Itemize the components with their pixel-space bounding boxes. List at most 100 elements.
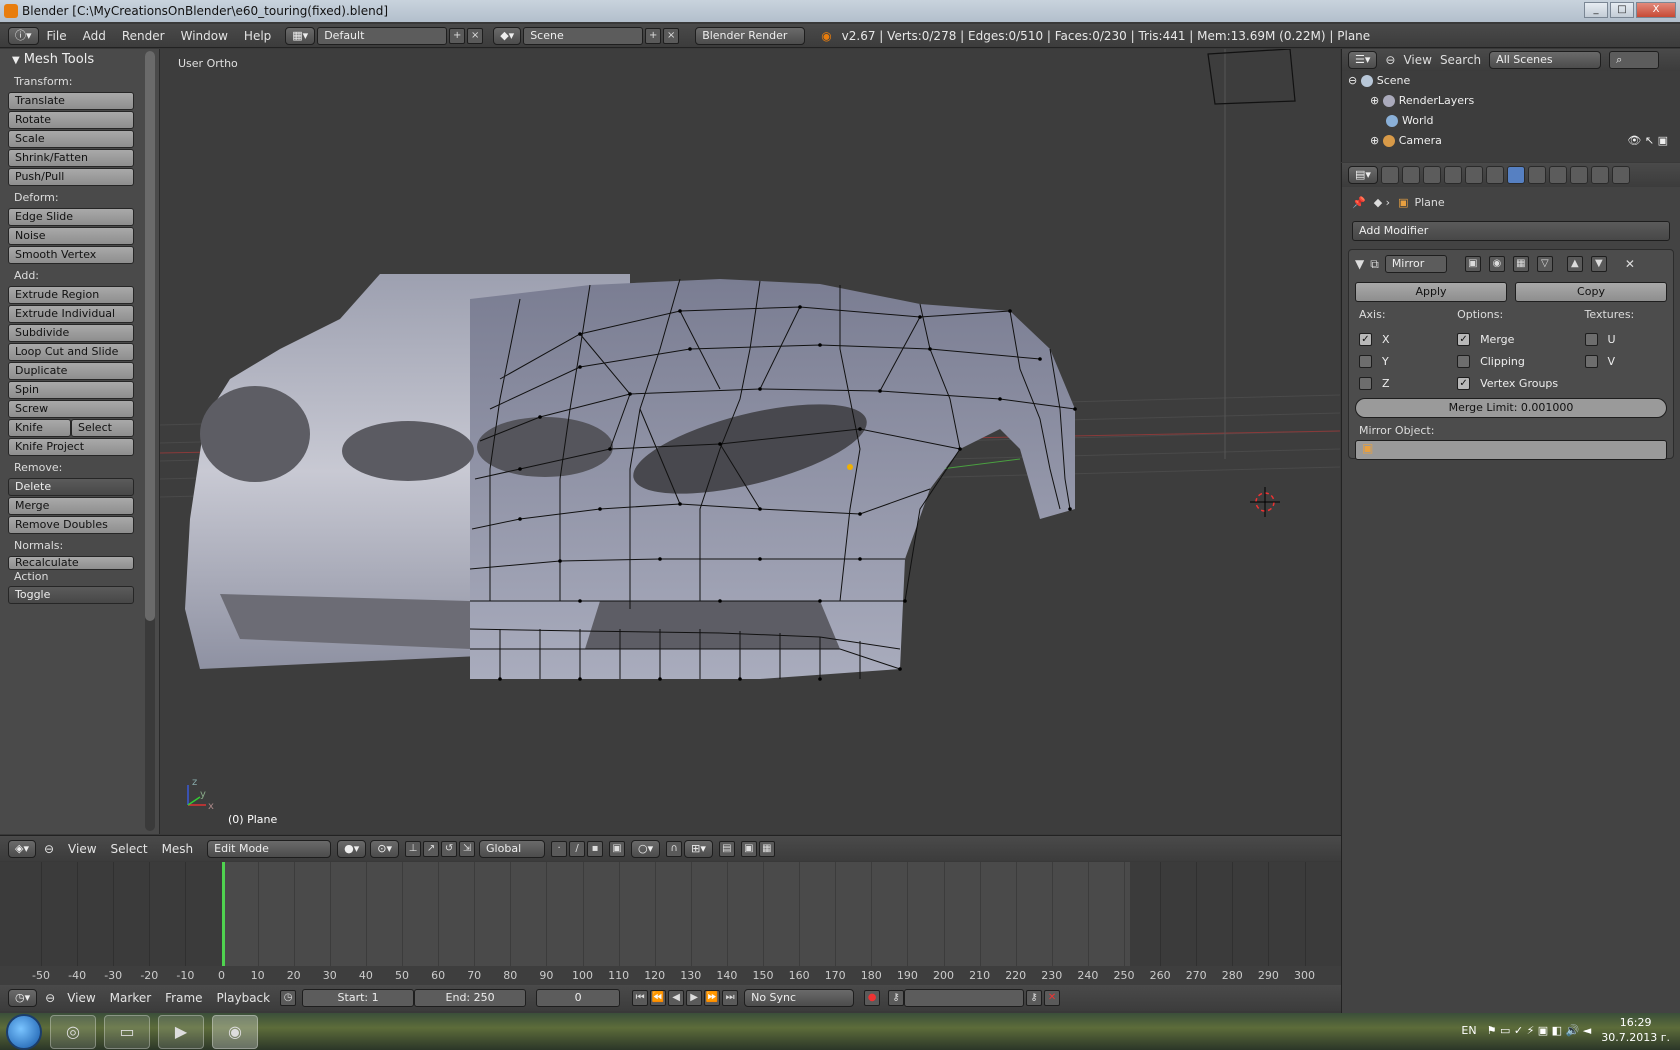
render-tab-icon[interactable]	[1380, 166, 1399, 184]
render-anim-icon[interactable]: ▦	[758, 840, 775, 857]
delete-keyframe-icon[interactable]: ✕	[1044, 990, 1061, 1006]
pin-icon[interactable]: 📌	[1352, 196, 1366, 209]
menu-render[interactable]: Render	[114, 29, 173, 43]
modifier-name-field[interactable]: Mirror	[1384, 255, 1447, 273]
viewport-shading-icon[interactable]: ●▾	[337, 839, 367, 858]
clipping-checkbox[interactable]: Clipping	[1457, 350, 1584, 372]
manipulator-icon[interactable]: ⊥	[405, 840, 422, 857]
scale-button[interactable]: Scale	[8, 130, 134, 148]
insert-keyframe-icon[interactable]: ⚷	[1026, 990, 1043, 1006]
mode-select[interactable]: Edit Mode	[207, 839, 332, 858]
merge-button[interactable]: Merge	[8, 497, 134, 515]
extrude-individual-button[interactable]: Extrude Individual	[8, 305, 134, 323]
face-select-icon[interactable]: ▪	[587, 840, 604, 857]
pivot-point-icon[interactable]: ⊙▾	[370, 839, 400, 858]
jump-end-icon[interactable]: ⏭	[722, 990, 739, 1006]
menu-help[interactable]: Help	[236, 29, 279, 43]
taskbar-explorer-icon[interactable]: ▭	[104, 1014, 150, 1049]
constraints-tab-icon[interactable]	[1485, 166, 1504, 184]
axis-x-checkbox[interactable]: ✓ X	[1359, 328, 1457, 350]
keying-set-icon[interactable]: ⚷	[888, 990, 905, 1006]
axis-z-checkbox[interactable]: Z	[1359, 372, 1457, 394]
move-down-icon[interactable]: ▼	[1590, 256, 1607, 272]
preview-range-icon[interactable]: ◷	[280, 990, 297, 1006]
minimize-button[interactable]: _	[1584, 2, 1608, 18]
viewport-toggle-icon[interactable]: ◉	[1488, 256, 1505, 272]
screen-layout-field[interactable]: Default	[317, 26, 448, 45]
record-icon[interactable]: ●	[864, 990, 881, 1006]
start-frame-field[interactable]: Start: 1	[302, 989, 415, 1007]
cage-toggle-icon[interactable]: ▽	[1536, 256, 1553, 272]
proportional-edit-icon[interactable]: ○▾	[631, 839, 661, 858]
spin-button[interactable]: Spin	[8, 381, 134, 399]
taskbar-media-icon[interactable]: ▶	[158, 1014, 204, 1049]
merge-limit-slider[interactable]: Merge Limit: 0.001000	[1355, 398, 1667, 418]
vertex-select-icon[interactable]: ·	[551, 840, 568, 857]
taskbar-chrome-icon[interactable]: ◎	[50, 1014, 96, 1049]
noise-button[interactable]: Noise	[8, 227, 134, 245]
tool-shelf-scrollbar[interactable]	[145, 51, 155, 831]
knife-select-button[interactable]: Select	[71, 419, 134, 437]
translate-button[interactable]: Translate	[8, 92, 134, 110]
edge-select-icon[interactable]: /	[569, 840, 586, 857]
next-keyframe-icon[interactable]: ⏩	[704, 990, 721, 1006]
subdivide-button[interactable]: Subdivide	[8, 324, 134, 342]
remove-scene-icon[interactable]: ×	[663, 27, 680, 44]
taskbar-blender-icon[interactable]: ◉	[212, 1014, 258, 1049]
axis-y-checkbox[interactable]: Y	[1359, 350, 1457, 372]
object-tab-icon[interactable]	[1464, 166, 1483, 184]
menu-view[interactable]: View	[68, 842, 96, 856]
rotate-manip-icon[interactable]: ↺	[441, 840, 458, 857]
scene-field[interactable]: Scene	[523, 26, 644, 45]
merge-checkbox[interactable]: ✓ Merge	[1457, 328, 1584, 350]
outliner-row-scene[interactable]: ⊖ Scene	[1342, 71, 1680, 91]
snap-icon[interactable]: ∩	[666, 840, 683, 857]
outliner-row-world[interactable]: World	[1342, 111, 1680, 131]
snap-element-icon[interactable]: ⊞▾	[684, 839, 713, 858]
remove-doubles-button[interactable]: Remove Doubles	[8, 516, 134, 534]
renderlayers-tab-icon[interactable]	[1401, 166, 1420, 184]
scene-icon[interactable]: ◆▾	[493, 26, 522, 45]
outliner-menu-view[interactable]: View	[1403, 53, 1431, 67]
mesh-tools-header[interactable]: ▼ Mesh Tools	[0, 49, 159, 71]
add-modifier-select[interactable]: Add Modifier	[1352, 221, 1670, 241]
world-tab-icon[interactable]	[1443, 166, 1462, 184]
render-engine-select[interactable]: Blender Render	[695, 26, 806, 45]
outliner-row-camera[interactable]: ⊕ Camera 👁 ↖ ▣	[1342, 131, 1680, 151]
outliner-collapse-icon[interactable]: ⊖	[1385, 53, 1395, 67]
vertex-groups-checkbox[interactable]: ✓ Vertex Groups	[1457, 372, 1584, 394]
timeline-menu-marker[interactable]: Marker	[110, 991, 151, 1005]
expand-icon[interactable]: ⊕	[1370, 134, 1383, 147]
translate-manip-icon[interactable]: ↗	[423, 840, 440, 857]
3d-editor-icon[interactable]: ◈▾	[8, 839, 36, 858]
recalculate-button[interactable]: Recalculate	[8, 556, 134, 570]
timeline-menu-playback[interactable]: Playback	[217, 991, 271, 1005]
modifiers-tab-icon[interactable]	[1506, 166, 1525, 184]
menu-add[interactable]: Add	[75, 29, 114, 43]
collapse-menu-icon[interactable]: ⊖	[45, 991, 55, 1005]
current-frame-field[interactable]: 0	[536, 989, 621, 1007]
edge-slide-button[interactable]: Edge Slide	[8, 208, 134, 226]
copy-button[interactable]: Copy	[1515, 282, 1667, 302]
texture-u-checkbox[interactable]: U	[1584, 328, 1663, 350]
apply-button[interactable]: Apply	[1355, 282, 1507, 302]
render-toggle-icon[interactable]: ▣	[1464, 256, 1481, 272]
remove-layout-icon[interactable]: ×	[467, 27, 484, 44]
delete-menu[interactable]: Delete	[8, 478, 134, 496]
outliner-filter-select[interactable]: All Scenes	[1489, 51, 1602, 69]
extrude-region-button[interactable]: Extrude Region	[8, 286, 134, 304]
outliner-search-input[interactable]: ⌕	[1609, 51, 1660, 69]
close-button[interactable]: X	[1636, 2, 1676, 18]
clock[interactable]: 16:29 30.7.2013 г.	[1601, 1015, 1670, 1045]
action-toggle-select[interactable]: Toggle	[8, 586, 134, 604]
duplicate-button[interactable]: Duplicate	[8, 362, 134, 380]
timeline-menu-view[interactable]: View	[67, 991, 95, 1005]
collapse-arrow-icon[interactable]: ▼	[1355, 257, 1364, 271]
mirror-object-field[interactable]: ▣	[1355, 440, 1667, 460]
tray-icons[interactable]: ⚑ ▭ ✓ ⚡ ▣ ◧ 🔊 ◄	[1487, 1024, 1592, 1037]
current-frame-indicator[interactable]	[222, 862, 225, 966]
screw-button[interactable]: Screw	[8, 400, 134, 418]
orientation-select[interactable]: Global	[479, 839, 546, 858]
outliner-editor-icon[interactable]: ☰▾	[1348, 51, 1378, 69]
start-button[interactable]	[6, 1013, 42, 1050]
